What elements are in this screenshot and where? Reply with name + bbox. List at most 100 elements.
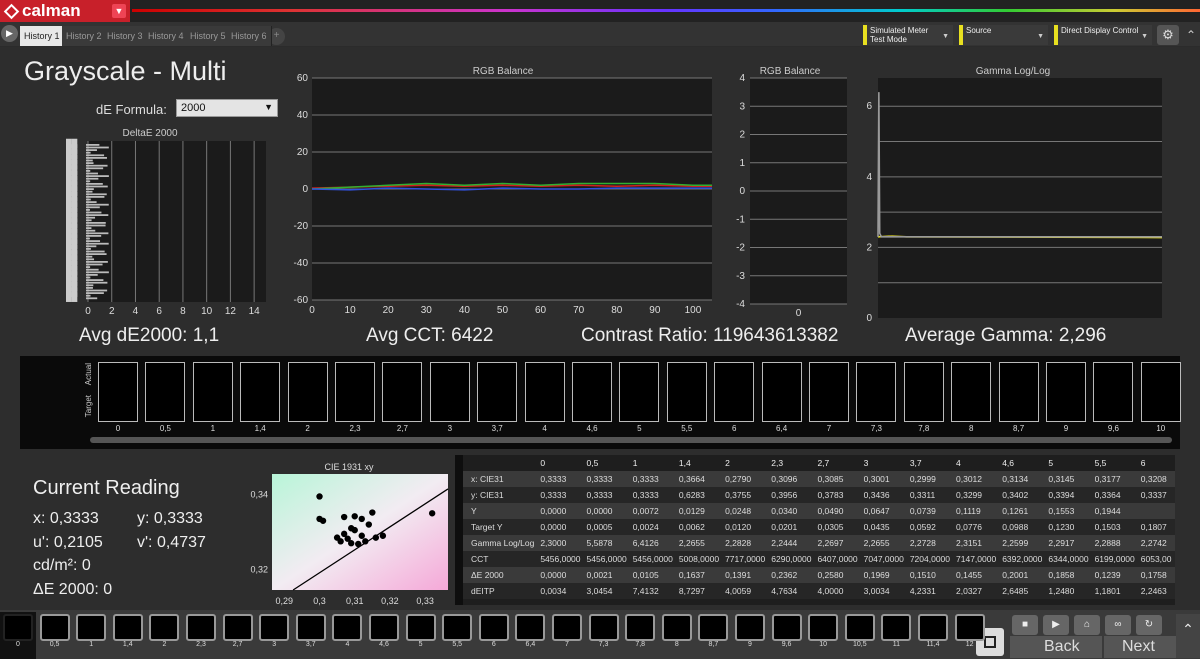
gear-icon[interactable]: ⚙ xyxy=(1157,25,1179,45)
grayscale-swatch[interactable] xyxy=(666,362,707,422)
grayscale-swatch[interactable] xyxy=(335,362,375,422)
table-row[interactable]: dEITP 0,0034 3,0454 7,4132 8,7297 4,0059 4,763… xyxy=(463,583,1175,599)
tab-history-5[interactable]: History 5 xyxy=(186,26,231,46)
calman-logo-button[interactable]: calman ▼ xyxy=(0,0,130,22)
chevron-down-icon[interactable]: ▼ xyxy=(112,4,126,18)
grayscale-swatch[interactable] xyxy=(572,362,612,422)
play-icon[interactable]: ▶ xyxy=(1,25,18,42)
table-row[interactable]: Y 0,0000 0,0000 0,0072 0,0129 0,0248 0,0340 0,0… xyxy=(463,503,1175,519)
display-control-dropdown[interactable]: Direct Display Control ▼ xyxy=(1054,25,1152,45)
patch-button[interactable] xyxy=(76,614,107,641)
patch-button[interactable] xyxy=(405,614,436,641)
rgb-x-tick: 60 xyxy=(535,305,547,316)
table-column-header[interactable]: 4,6 xyxy=(999,455,1045,471)
patch-button[interactable] xyxy=(442,614,473,641)
table-column-header[interactable]: 6 xyxy=(1138,455,1175,471)
tab-history-2[interactable]: History 2 xyxy=(62,26,107,46)
grayscale-swatch[interactable] xyxy=(998,362,1039,422)
patch-button[interactable] xyxy=(478,614,509,641)
grayscale-swatch[interactable] xyxy=(382,362,423,422)
patch-button[interactable] xyxy=(661,614,692,641)
source-dropdown[interactable]: Source ▼ xyxy=(959,25,1048,45)
swatch-scrollbar[interactable] xyxy=(90,437,1172,443)
table-row[interactable]: CCT 5456,0000 5456,0000 5456,0000 5008,0000 7… xyxy=(463,551,1175,567)
patch-button[interactable] xyxy=(552,614,582,641)
patch-button[interactable] xyxy=(295,614,326,641)
meter-dropdown[interactable]: Simulated Meter Test Mode ▼ xyxy=(863,25,953,45)
table-column-header[interactable]: 1,4 xyxy=(676,455,722,471)
table-column-header[interactable]: 5,5 xyxy=(1092,455,1138,471)
grayscale-swatch[interactable] xyxy=(192,362,233,422)
next-button[interactable]: Next xyxy=(1104,636,1180,658)
tab-history-1[interactable]: History 1 xyxy=(20,26,65,46)
patch-button[interactable] xyxy=(112,614,143,641)
loop-icon[interactable]: ∞ xyxy=(1105,615,1131,635)
patch-button[interactable] xyxy=(698,614,729,641)
table-column-header[interactable]: 0 xyxy=(537,455,583,471)
grayscale-swatch[interactable] xyxy=(903,362,944,422)
patch-button[interactable] xyxy=(149,614,180,641)
home-icon[interactable]: ⌂ xyxy=(1074,615,1100,635)
tab-history-3[interactable]: History 3 xyxy=(103,26,148,46)
table-column-header[interactable]: 2 xyxy=(722,455,768,471)
grayscale-swatch[interactable] xyxy=(951,362,992,422)
table-column-header[interactable]: 3 xyxy=(861,455,907,471)
patch-button[interactable] xyxy=(39,614,70,641)
table-row[interactable]: ΔE 2000 0,0000 0,0021 0,0105 0,1637 0,1391 0,2… xyxy=(463,567,1175,583)
patch-button[interactable] xyxy=(735,614,765,641)
patch-button[interactable] xyxy=(332,614,363,641)
table-column-header[interactable]: 4 xyxy=(953,455,999,471)
patch-button[interactable] xyxy=(844,614,875,641)
grayscale-swatch[interactable] xyxy=(619,362,660,422)
table-cell: 0,1510 xyxy=(906,567,954,583)
patch-button[interactable] xyxy=(186,614,216,641)
grayscale-swatch[interactable] xyxy=(856,362,897,422)
patch-button[interactable] xyxy=(625,614,656,641)
refresh-icon[interactable]: ↻ xyxy=(1136,615,1162,635)
patch-button[interactable] xyxy=(771,614,802,641)
deltae-bar xyxy=(86,229,96,232)
collapse-caret-icon[interactable]: ⌃ xyxy=(1183,25,1199,45)
grayscale-swatch[interactable] xyxy=(98,362,138,422)
table-column-header[interactable]: 2,7 xyxy=(814,455,860,471)
grayscale-swatch[interactable] xyxy=(1140,362,1181,422)
table-row[interactable]: y: CIE31 0,3333 0,3333 0,3333 0,6283 0,3755 0,… xyxy=(463,487,1175,503)
table-cell: 0,0305 xyxy=(814,519,861,535)
patch-button[interactable] xyxy=(588,614,619,641)
table-column-header[interactable]: 0,5 xyxy=(584,455,630,471)
grayscale-swatch[interactable] xyxy=(761,362,802,422)
patch-button[interactable] xyxy=(3,614,33,641)
grayscale-swatch[interactable] xyxy=(809,362,849,422)
patch-button[interactable] xyxy=(222,614,253,641)
stop-circle-icon[interactable]: ■ xyxy=(1012,615,1038,635)
patch-button[interactable] xyxy=(918,614,948,641)
patch-button[interactable] xyxy=(369,614,399,641)
de-formula-select[interactable]: 2000 ▼ xyxy=(176,99,278,117)
patch-button[interactable] xyxy=(515,614,546,641)
expand-icon[interactable]: ⌃ xyxy=(1176,614,1200,658)
grayscale-swatch[interactable] xyxy=(1046,362,1086,422)
grayscale-swatch[interactable] xyxy=(145,362,186,422)
table-column-header[interactable]: 3,7 xyxy=(907,455,953,471)
grayscale-swatch[interactable] xyxy=(714,362,755,422)
patch-button[interactable] xyxy=(259,614,290,641)
grayscale-swatch[interactable] xyxy=(477,362,518,422)
grayscale-swatch[interactable] xyxy=(287,362,328,422)
tab-history-4[interactable]: History 4 xyxy=(144,26,189,46)
tab-history-6[interactable]: History 6 xyxy=(227,26,272,46)
table-row[interactable]: x: CIE31 0,3333 0,3333 0,3333 0,3664 0,2790 0,… xyxy=(463,471,1175,487)
patch-button[interactable] xyxy=(881,614,912,641)
back-button[interactable]: Back xyxy=(1010,636,1102,658)
grayscale-swatch[interactable] xyxy=(524,362,565,422)
table-column-header[interactable]: 1 xyxy=(630,455,676,471)
table-column-header[interactable]: 2,3 xyxy=(768,455,814,471)
grayscale-swatch[interactable] xyxy=(429,362,470,422)
table-column-header[interactable]: 5 xyxy=(1045,455,1091,471)
grayscale-swatch[interactable] xyxy=(1093,362,1134,422)
patch-button[interactable] xyxy=(954,614,985,641)
table-row[interactable]: Gamma Log/Log 2,3000 5,5878 6,4126 2,2655 2,2… xyxy=(463,535,1175,551)
play-circle-icon[interactable]: ▶ xyxy=(1043,615,1069,635)
grayscale-swatch[interactable] xyxy=(240,362,281,422)
table-row[interactable]: Target Y 0,0000 0,0005 0,0024 0,0062 0,0120 0,… xyxy=(463,519,1175,535)
patch-button[interactable] xyxy=(808,614,839,641)
